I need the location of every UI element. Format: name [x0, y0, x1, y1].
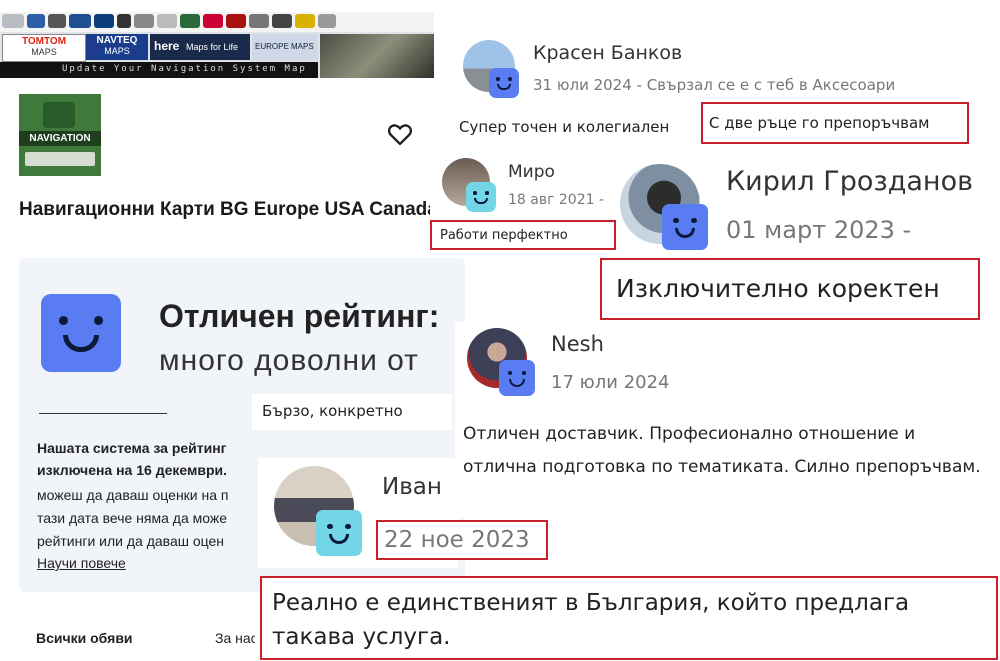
highlighted-review-text: Изключително коректен: [600, 258, 980, 320]
notice-line-2: изключена на 16 декември.: [37, 462, 227, 478]
review-card-2: Миро 18 авг 2021 - Работи перфектно: [430, 154, 620, 252]
avatar-badge-icon: [489, 68, 519, 98]
highlighted-review-text: С две ръце го препоръчвам: [701, 102, 969, 144]
review-card-3: Кирил Грозданов 01 март 2023 - Изключите…: [600, 154, 1000, 322]
reviewer-name[interactable]: Миро: [508, 162, 555, 182]
divider: [39, 413, 167, 414]
reviewer-name[interactable]: Nesh: [551, 332, 604, 356]
highlighted-review-text: Реално е единственият в България, който …: [260, 576, 998, 660]
car-brand-logos: [0, 12, 434, 32]
car-interior-photo: [320, 34, 434, 78]
all-ads-tab[interactable]: Всички обяви: [36, 630, 133, 646]
review-text: Супер точен и колегиален: [459, 118, 670, 136]
review-meta: 31 юли 2024 - Свързал се е с теб в Аксес…: [533, 76, 896, 94]
highlighted-review-text: Работи перфектно: [430, 220, 616, 250]
app-icon: NAVIGATION: [19, 94, 101, 176]
brand-banner: TOMTOM MAPS NAVTEQ MAPS here Maps for Li…: [0, 12, 434, 78]
europe-maps-tile: EUROPE MAPS: [252, 34, 318, 60]
avatar-badge-icon: [466, 182, 496, 212]
reviewer-name[interactable]: Красен Банков: [533, 42, 682, 64]
favorite-button[interactable]: [386, 120, 414, 148]
notice-line-4: тази дата вече няма да може: [37, 510, 228, 526]
review-card-1: Красен Банков 31 юли 2024 - Свързал се е…: [455, 8, 1000, 154]
tomtom-tile: TOMTOM MAPS: [2, 34, 86, 62]
review-text: Бързо, конкретно: [262, 402, 403, 420]
heart-icon: [387, 124, 413, 146]
listing-title: Навигационни Карти BG Europe USA Canada: [19, 199, 438, 220]
review-card-4: Nesh 17 юли 2024 Отличен доставчик. Проф…: [455, 322, 1000, 518]
review-card-5: Бързо, конкретно: [252, 394, 452, 430]
review-text: Отличен доставчик. Професионално отношен…: [463, 424, 981, 477]
rating-heading: Отличен рейтинг:: [159, 298, 440, 334]
avatar-badge-icon: [662, 204, 708, 250]
here-tile: here Maps for Life: [150, 34, 250, 60]
reviewer-name[interactable]: Иван: [382, 474, 446, 500]
learn-more-link[interactable]: Научи повече: [37, 555, 126, 571]
notice-line-1: Нашата система за рейтинг: [37, 440, 227, 456]
navteq-tile: NAVTEQ MAPS: [86, 34, 148, 60]
review-meta: 18 авг 2021 -: [508, 192, 605, 208]
notice-line-5: рейтинги или да даваш оцен: [37, 533, 225, 549]
update-strip: Update Your Navigation System Map: [0, 62, 318, 78]
review-meta: 17 юли 2024: [551, 372, 670, 393]
smiley-icon: [41, 294, 121, 372]
notice-line-3: можеш да даваш оценки на п: [37, 487, 229, 503]
avatar-badge-icon: [499, 360, 535, 396]
about-tab[interactable]: За нас: [215, 630, 255, 646]
review-meta: 01 март 2023 -: [726, 216, 912, 244]
reviewer-name[interactable]: Кирил Грозданов: [726, 166, 973, 197]
avatar-badge-icon: [316, 510, 362, 556]
app-icon-label: NAVIGATION: [19, 131, 101, 146]
rating-subheading: много доволни от: [159, 344, 419, 377]
review-date-highlight: 22 ное 2023: [376, 520, 548, 560]
